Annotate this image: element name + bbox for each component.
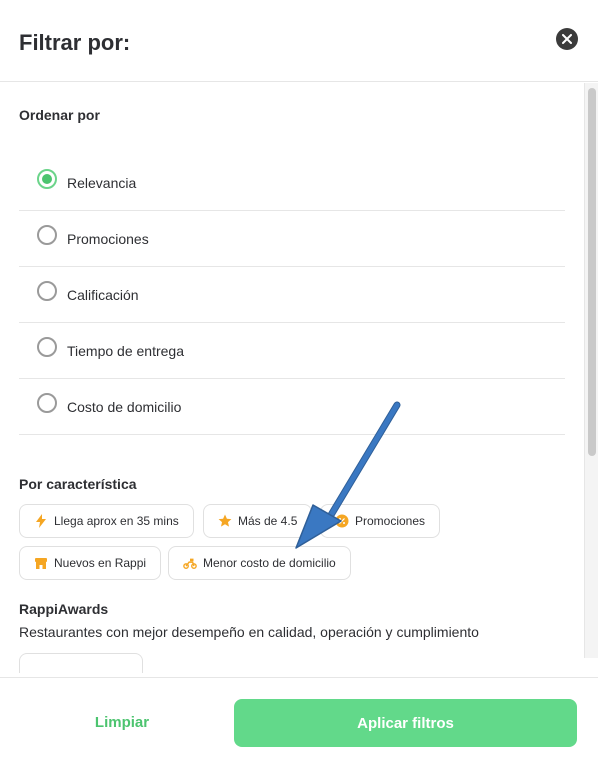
apply-filters-button[interactable]: Aplicar filtros xyxy=(234,699,577,747)
lightning-icon xyxy=(34,514,48,528)
awards-chip-partial[interactable] xyxy=(19,653,143,673)
close-icon xyxy=(562,34,572,44)
badge-percent-icon xyxy=(335,514,349,528)
chip-promociones[interactable]: Promociones xyxy=(320,504,441,538)
modal-title: Filtrar por: xyxy=(19,30,131,55)
star-icon xyxy=(218,514,232,528)
features-section-title: Por característica xyxy=(19,476,137,492)
sort-option-label: Relevancia xyxy=(67,175,137,191)
sort-option-relevancia[interactable]: Relevancia xyxy=(19,155,565,211)
awards-description: Restaurantes con mejor desempeño en cali… xyxy=(19,624,479,640)
chip-nuevos-en-rappi[interactable]: Nuevos en Rappi xyxy=(19,546,162,580)
store-icon xyxy=(34,556,48,570)
sort-option-tiempo-entrega[interactable]: Tiempo de entrega xyxy=(19,323,565,379)
chip-llega-35-mins[interactable]: Llega aprox en 35 mins xyxy=(19,504,194,538)
sort-option-label: Costo de domicilio xyxy=(67,399,182,415)
scrollbar-thumb[interactable] xyxy=(588,88,596,456)
sort-option-calificacion[interactable]: Calificación xyxy=(19,267,565,323)
modal-footer: Limpiar Aplicar filtros xyxy=(0,677,598,766)
sort-option-label: Calificación xyxy=(67,287,139,303)
filter-modal: Filtrar por: Ordenar por Relevancia Prom… xyxy=(0,0,598,766)
sort-option-promociones[interactable]: Promociones xyxy=(19,211,565,267)
sort-option-label: Tiempo de entrega xyxy=(67,343,184,359)
awards-section-title: RappiAwards xyxy=(19,601,109,617)
chip-label: Llega aprox en 35 mins xyxy=(54,514,179,528)
radio-calificacion[interactable] xyxy=(37,281,57,301)
sort-section-title: Ordenar por xyxy=(19,107,100,123)
chip-label: Nuevos en Rappi xyxy=(54,556,147,570)
radio-relevancia[interactable] xyxy=(37,169,57,189)
chip-menor-costo-domicilio[interactable]: Menor costo de domicilio xyxy=(168,546,351,580)
radio-costo-domicilio[interactable] xyxy=(37,393,57,413)
chip-label: Promociones xyxy=(355,514,426,528)
sort-option-costo-domicilio[interactable]: Costo de domicilio xyxy=(19,379,565,435)
close-button[interactable] xyxy=(556,28,578,50)
radio-tiempo-entrega[interactable] xyxy=(37,337,57,357)
chip-mas-de-4-5[interactable]: Más de 4.5 xyxy=(203,504,313,538)
sort-option-label: Promociones xyxy=(67,231,149,247)
radio-promociones[interactable] xyxy=(37,225,57,245)
chip-label: Más de 4.5 xyxy=(238,514,298,528)
clear-button[interactable]: Limpiar xyxy=(62,700,182,744)
scooter-icon xyxy=(183,556,197,570)
modal-header: Filtrar por: xyxy=(0,0,598,82)
chip-label: Menor costo de domicilio xyxy=(203,556,336,570)
